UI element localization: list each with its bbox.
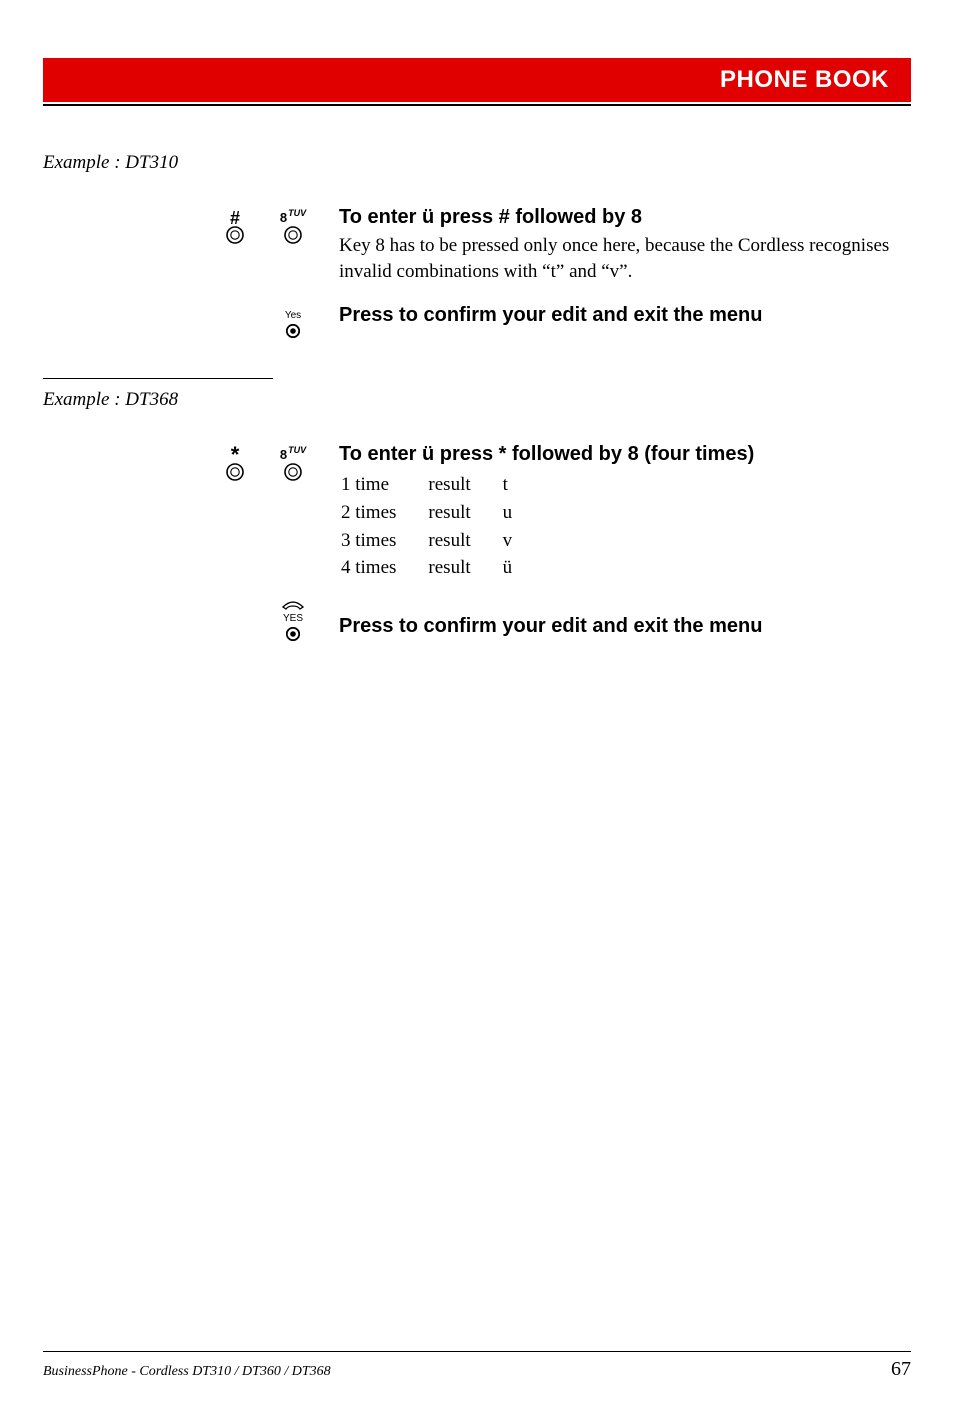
char-cell: v	[503, 528, 543, 554]
result-cell: result	[428, 472, 500, 498]
icon-column: YES	[43, 597, 311, 642]
circle-button-icon	[284, 463, 302, 481]
footer-product: BusinessPhone - Cordless DT310 / DT360 /…	[43, 1364, 331, 1380]
result-cell: result	[428, 528, 500, 554]
instruction-heading: To enter ü press # followed by 8	[339, 206, 911, 229]
key-8-label: 8	[280, 212, 287, 224]
char-cell: t	[503, 472, 543, 498]
circle-button-solid-icon	[286, 324, 300, 338]
key-8: 8TUV	[275, 208, 311, 244]
icon-column: Yes	[43, 304, 311, 338]
press-cell: 3 times	[341, 528, 426, 554]
key-yes-phone: YES	[275, 599, 311, 641]
step-row: # 8TUV To enter ü press # followed by 8 …	[43, 206, 911, 284]
page-header: PHONE BOOK	[43, 58, 911, 102]
key-8-label: 8	[280, 449, 287, 461]
key-yes-phone-label: YES	[283, 613, 303, 625]
instruction-body: Key 8 has to be pressed only once here, …	[339, 233, 911, 284]
text-column: To enter ü press # followed by 8 Key 8 h…	[311, 206, 911, 284]
key-star: *	[217, 445, 253, 481]
page-number: 67	[891, 1358, 911, 1381]
text-column: Press to confirm your edit and exit the …	[311, 597, 911, 642]
result-table: 1 time result t 2 times result u 3 times…	[339, 470, 544, 583]
instruction-heading: Press to confirm your edit and exit the …	[339, 615, 911, 638]
key-yes-label: Yes	[285, 310, 301, 322]
phone-icon	[280, 599, 306, 611]
result-cell: result	[428, 500, 500, 526]
icon-column: # 8TUV	[43, 206, 311, 284]
instruction-heading: To enter ü press * followed by 8 (four t…	[339, 443, 911, 466]
key-yes: Yes	[275, 306, 311, 338]
page-content: Example : DT310 # 8TUV To enter ü press …	[43, 152, 911, 642]
key-star-label: *	[231, 449, 240, 461]
text-column: To enter ü press * followed by 8 (four t…	[311, 443, 911, 583]
char-cell: u	[503, 500, 543, 526]
press-cell: 2 times	[341, 500, 426, 526]
key-8-sup: TUV	[288, 207, 306, 219]
press-cell: 4 times	[341, 555, 426, 581]
char-cell: ü	[503, 555, 543, 581]
section-divider	[43, 378, 273, 379]
key-8-sup: TUV	[288, 444, 306, 456]
table-row: 3 times result v	[341, 528, 542, 554]
header-divider	[43, 104, 911, 106]
header-title: PHONE BOOK	[720, 66, 889, 94]
key-hash: #	[217, 208, 253, 244]
example-label-dt368: Example : DT368	[43, 389, 911, 411]
step-row: * 8TUV To enter ü press * followed by 8 …	[43, 443, 911, 583]
text-column: Press to confirm your edit and exit the …	[311, 304, 911, 338]
table-row: 2 times result u	[341, 500, 542, 526]
circle-button-icon	[284, 226, 302, 244]
circle-button-icon	[226, 226, 244, 244]
icon-column: * 8TUV	[43, 443, 311, 583]
step-row: Yes Press to confirm your edit and exit …	[43, 304, 911, 338]
circle-button-solid-icon	[286, 627, 300, 641]
key-hash-label: #	[230, 212, 240, 224]
table-row: 1 time result t	[341, 472, 542, 498]
key-8: 8TUV	[275, 445, 311, 481]
table-row: 4 times result ü	[341, 555, 542, 581]
press-cell: 1 time	[341, 472, 426, 498]
page-footer: BusinessPhone - Cordless DT310 / DT360 /…	[43, 1351, 911, 1381]
example-label-dt310: Example : DT310	[43, 152, 911, 174]
step-row: YES Press to confirm your edit and exit …	[43, 597, 911, 642]
result-cell: result	[428, 555, 500, 581]
instruction-heading: Press to confirm your edit and exit the …	[339, 304, 911, 327]
